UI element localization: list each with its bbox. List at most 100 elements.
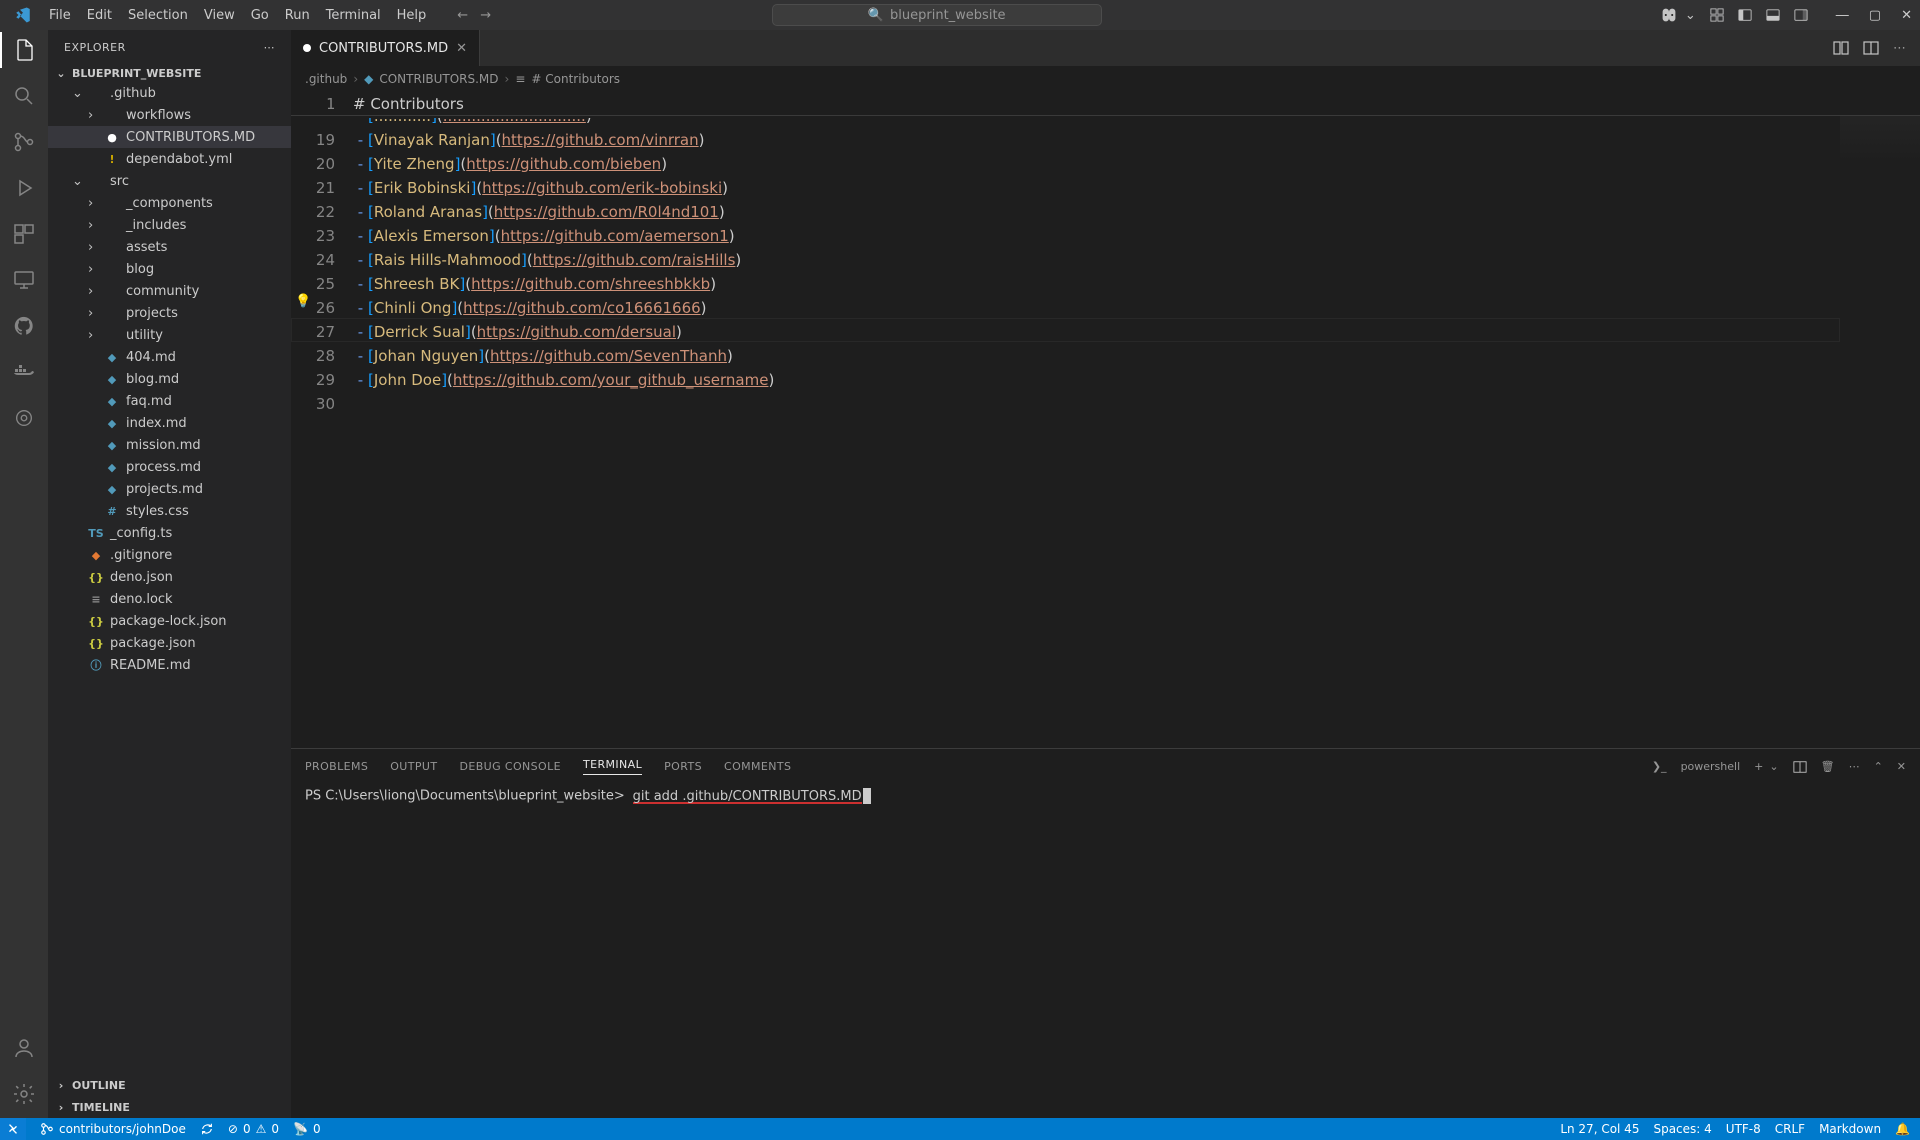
editor[interactable]: 1 # Contributors 19202122232425262728293…: [291, 92, 1920, 748]
tree-item[interactable]: ◆index.md: [48, 412, 291, 434]
chevron-down-icon: ⌄: [72, 174, 82, 189]
symbol-icon: ≡: [515, 72, 525, 86]
tree-item[interactable]: ◆process.md: [48, 456, 291, 478]
tree-item[interactable]: ●CONTRIBUTORS.MD: [48, 126, 291, 148]
tree-item[interactable]: {}deno.json: [48, 566, 291, 588]
status-notifications-icon[interactable]: 🔔: [1895, 1122, 1910, 1136]
tree-item[interactable]: ›blog: [48, 258, 291, 280]
terminal-shell-icon[interactable]: ❯_: [1652, 760, 1667, 773]
tree-item[interactable]: ◆projects.md: [48, 478, 291, 500]
menu-selection[interactable]: Selection: [121, 4, 195, 27]
panel-tab-ports[interactable]: PORTS: [664, 760, 702, 773]
window-minimize-icon[interactable]: ―: [1836, 8, 1849, 23]
breadcrumbs[interactable]: .github› ◆ CONTRIBUTORS.MD› ≡ # Contribu…: [291, 66, 1920, 92]
panel-tab-problems[interactable]: PROBLEMS: [305, 760, 368, 773]
new-terminal-icon[interactable]: +: [1754, 760, 1763, 773]
tree-item[interactable]: ◆404.md: [48, 346, 291, 368]
remote-indicator[interactable]: [0, 1118, 26, 1140]
terminal-dropdown-icon[interactable]: ⌄: [1769, 760, 1778, 773]
menu-edit[interactable]: Edit: [80, 4, 119, 27]
sidebar-outline[interactable]: ›OUTLINE: [48, 1074, 291, 1096]
open-changes-icon[interactable]: [1833, 40, 1849, 56]
menu-help[interactable]: Help: [390, 4, 434, 27]
activity-gear-alt-icon[interactable]: [12, 406, 36, 430]
activity-search-icon[interactable]: [12, 84, 36, 108]
command-center[interactable]: 🔍 blueprint_website: [772, 4, 1102, 26]
sidebar-more-icon[interactable]: ⋯: [264, 41, 276, 54]
window-close-icon[interactable]: ✕: [1901, 8, 1912, 23]
status-language[interactable]: Markdown: [1819, 1122, 1881, 1136]
activity-docker-icon[interactable]: [12, 360, 36, 384]
tree-item[interactable]: ≡deno.lock: [48, 588, 291, 610]
sticky-scroll[interactable]: 1 # Contributors: [291, 92, 1920, 116]
tree-item[interactable]: {}package-lock.json: [48, 610, 291, 632]
tree-item[interactable]: ⌄.github: [48, 82, 291, 104]
sidebar-timeline[interactable]: ›TIMELINE: [48, 1096, 291, 1118]
activity-explorer-icon[interactable]: [12, 38, 36, 62]
panel-tab-terminal[interactable]: TERMINAL: [583, 758, 642, 775]
tree-item[interactable]: ⌄src: [48, 170, 291, 192]
activity-extensions-icon[interactable]: [12, 222, 36, 246]
panel-right-icon[interactable]: [1794, 8, 1808, 22]
status-ports[interactable]: 📡0: [293, 1122, 321, 1136]
menu-go[interactable]: Go: [244, 4, 276, 27]
status-spaces[interactable]: Spaces: 4: [1653, 1122, 1711, 1136]
editor-more-icon[interactable]: ⋯: [1893, 41, 1906, 56]
panel-bottom-icon[interactable]: [1766, 8, 1780, 22]
tree-item[interactable]: ›_components: [48, 192, 291, 214]
status-problems[interactable]: ⊘0 ⚠0: [228, 1122, 279, 1136]
activity-remote-icon[interactable]: [12, 268, 36, 292]
tree-item[interactable]: ›assets: [48, 236, 291, 258]
chevron-right-icon: ›: [88, 284, 98, 299]
panel-left-icon[interactable]: [1738, 8, 1752, 22]
activity-debug-icon[interactable]: [12, 176, 36, 200]
split-editor-icon[interactable]: [1863, 40, 1879, 56]
tree-item[interactable]: ›utility: [48, 324, 291, 346]
tree-item[interactable]: #styles.css: [48, 500, 291, 522]
menu-view[interactable]: View: [197, 4, 242, 27]
activity-settings-icon[interactable]: [12, 1082, 36, 1106]
status-branch[interactable]: contributors/johnDoe: [40, 1122, 186, 1136]
activity-account-icon[interactable]: [12, 1036, 36, 1060]
layout-customize-icon[interactable]: [1710, 8, 1724, 22]
sidebar-root[interactable]: ⌄ BLUEPRINT_WEBSITE: [48, 65, 291, 82]
tree-item[interactable]: {}package.json: [48, 632, 291, 654]
activity-scm-icon[interactable]: [12, 130, 36, 154]
panel-maximize-icon[interactable]: ⌃: [1874, 760, 1883, 773]
panel-tab-comments[interactable]: COMMENTS: [724, 760, 791, 773]
status-encoding[interactable]: UTF-8: [1726, 1122, 1761, 1136]
tree-item[interactable]: TS_config.ts: [48, 522, 291, 544]
copilot-icon[interactable]: [1659, 7, 1679, 23]
activity-github-icon[interactable]: [12, 314, 36, 338]
terminal[interactable]: PS C:\Users\liong\Documents\blueprint_we…: [291, 784, 1920, 1118]
nav-forward-icon[interactable]: →: [480, 8, 491, 23]
tree-item[interactable]: ›workflows: [48, 104, 291, 126]
tree-item[interactable]: ›community: [48, 280, 291, 302]
status-lncol[interactable]: Ln 27, Col 45: [1560, 1122, 1639, 1136]
tree-item[interactable]: ◆blog.md: [48, 368, 291, 390]
menu-file[interactable]: File: [42, 4, 78, 27]
menu-terminal[interactable]: Terminal: [319, 4, 388, 27]
panel-tab-debug-console[interactable]: DEBUG CONSOLE: [459, 760, 561, 773]
nav-back-icon[interactable]: ←: [457, 8, 468, 23]
menu-run[interactable]: Run: [278, 4, 317, 27]
tree-item[interactable]: ›_includes: [48, 214, 291, 236]
tree-item[interactable]: !dependabot.yml: [48, 148, 291, 170]
tab-close-icon[interactable]: ✕: [456, 41, 467, 56]
tree-item[interactable]: ◆faq.md: [48, 390, 291, 412]
tree-item[interactable]: ⓘREADME.md: [48, 654, 291, 676]
panel-close-icon[interactable]: ✕: [1897, 760, 1906, 773]
tree-item[interactable]: ›projects: [48, 302, 291, 324]
panel-tab-output[interactable]: OUTPUT: [390, 760, 437, 773]
window-maximize-icon[interactable]: ▢: [1869, 8, 1881, 23]
panel-more-icon[interactable]: ⋯: [1849, 760, 1860, 773]
status-eol[interactable]: CRLF: [1775, 1122, 1805, 1136]
tree-item[interactable]: ◆.gitignore: [48, 544, 291, 566]
status-sync[interactable]: [200, 1122, 214, 1136]
tab-contributors[interactable]: CONTRIBUTORS.MD ✕: [291, 30, 480, 66]
code[interactable]: - [............](.......................…: [353, 116, 1920, 748]
kill-terminal-icon[interactable]: 🗑: [1821, 760, 1835, 773]
split-terminal-icon[interactable]: [1793, 760, 1807, 774]
tree-item[interactable]: ◆mission.md: [48, 434, 291, 456]
lightbulb-icon[interactable]: 💡: [295, 294, 311, 309]
